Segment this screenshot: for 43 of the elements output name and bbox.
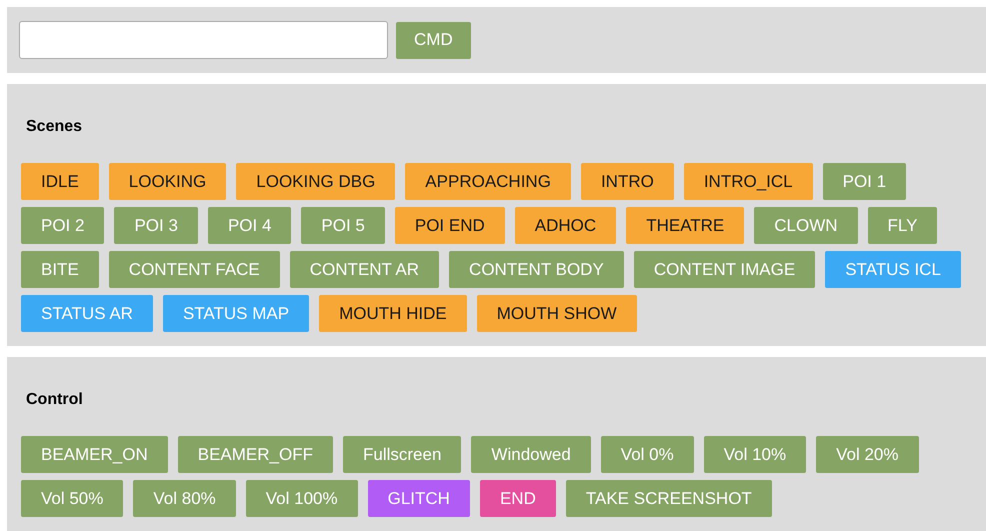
scene-button[interactable]: POI 3 <box>114 207 198 244</box>
section-title: Scenes <box>25 117 82 137</box>
scene-button[interactable]: POI END <box>394 207 505 244</box>
scene-button[interactable]: GLITCH <box>368 480 470 517</box>
scene-button[interactable]: BITE <box>21 251 99 288</box>
scene-button[interactable]: STATUS AR <box>21 295 153 332</box>
scene-button[interactable]: STATUS ICL <box>825 251 961 288</box>
scene-button[interactable]: BEAMER_OFF <box>178 436 333 473</box>
scene-button[interactable]: POI 4 <box>208 207 292 244</box>
scene-button[interactable]: CONTENT IMAGE <box>634 251 816 288</box>
scene-button[interactable]: TAKE SCREENSHOT <box>566 480 772 517</box>
scene-button[interactable]: LOOKING DBG <box>236 163 396 200</box>
scene-button[interactable]: Vol 80% <box>133 480 236 517</box>
scene-button[interactable]: CLOWN <box>754 207 858 244</box>
scene-button[interactable]: APPROACHING <box>405 163 571 200</box>
scene-button[interactable]: MOUTH HIDE <box>319 295 467 332</box>
section-title: Control <box>25 390 83 410</box>
command-field[interactable] <box>19 21 388 59</box>
scene-button[interactable]: Vol 0% <box>600 436 694 473</box>
scene-button[interactable]: END <box>480 480 556 517</box>
scene-button[interactable]: FLY <box>868 207 938 244</box>
scene-button[interactable]: Windowed <box>471 436 591 473</box>
cmd-button[interactable]: CMD <box>396 22 471 58</box>
scene-button[interactable]: INTRO_ICL <box>684 163 813 200</box>
scene-button[interactable]: CONTENT AR <box>290 251 440 288</box>
scene-button[interactable]: POI 2 <box>21 207 104 244</box>
scene-button[interactable]: INTRO <box>580 163 674 200</box>
scene-button[interactable]: IDLE <box>21 163 99 200</box>
scene-button[interactable]: Fullscreen <box>343 436 462 473</box>
scene-button[interactable]: Vol 100% <box>246 480 358 517</box>
scene-button[interactable]: ADHOC <box>514 207 616 244</box>
scene-button[interactable]: Vol 50% <box>21 480 124 517</box>
scene-button[interactable]: POI 1 <box>822 163 906 200</box>
scene-button[interactable]: CONTENT FACE <box>108 251 280 288</box>
scene-button[interactable]: CONTENT BODY <box>449 251 624 288</box>
scene-button[interactable]: POI 5 <box>301 207 385 244</box>
scene-button[interactable]: LOOKING <box>108 163 226 200</box>
scene-button[interactable]: BEAMER_ON <box>21 436 168 473</box>
scene-button[interactable]: MOUTH SHOW <box>476 295 637 332</box>
scene-button[interactable]: Vol 20% <box>816 436 919 473</box>
scene-button[interactable]: THEATRE <box>626 207 744 244</box>
scene-button[interactable]: Vol 10% <box>704 436 806 473</box>
scene-button[interactable]: STATUS MAP <box>162 295 310 332</box>
